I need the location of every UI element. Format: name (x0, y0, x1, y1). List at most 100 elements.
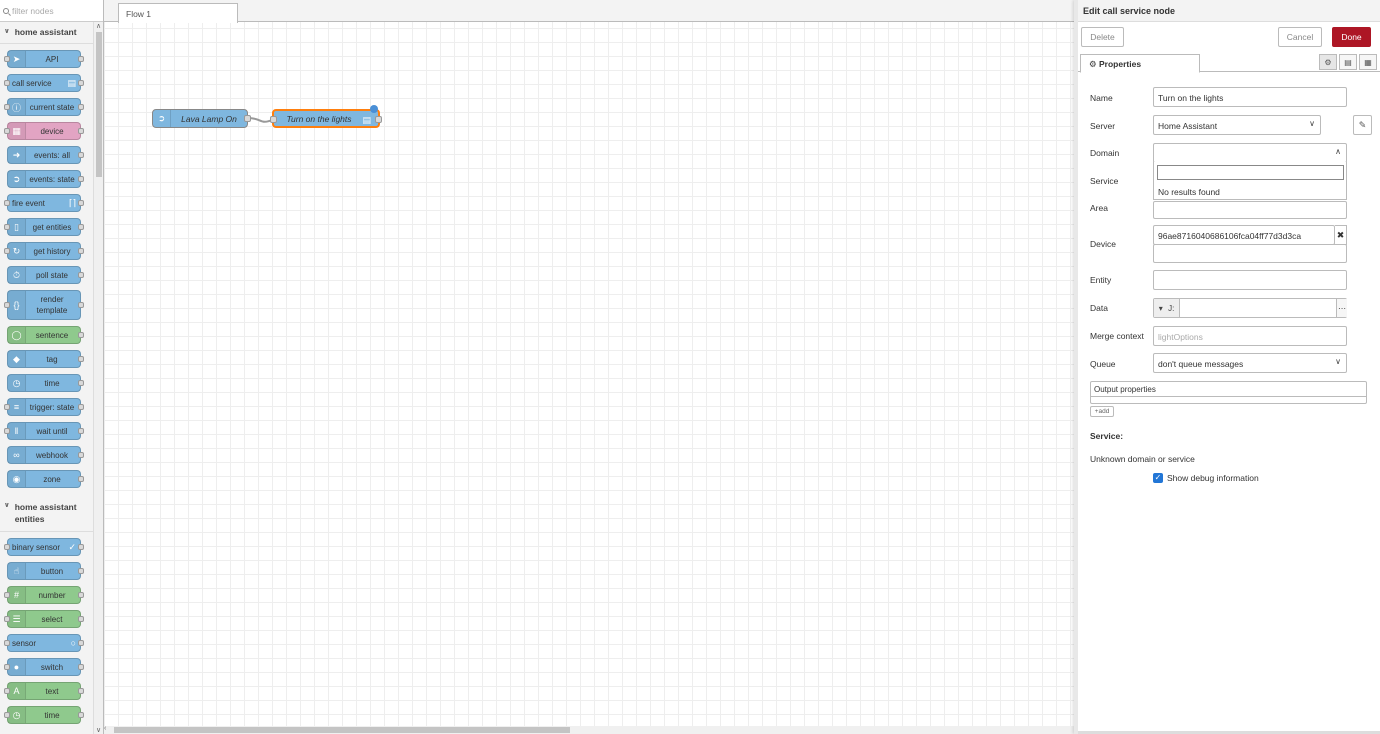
tray-resize-handle[interactable] (1074, 360, 1078, 390)
cancel-button[interactable]: Cancel (1278, 27, 1322, 47)
palette-scroll-thumb[interactable] (96, 32, 102, 177)
device-clear-button[interactable]: ✖ (1335, 225, 1347, 245)
palette-node-time[interactable]: ◷ time (7, 374, 84, 392)
workspace-scroll-thumb[interactable] (114, 727, 570, 733)
name-input[interactable]: Turn on the lights (1153, 87, 1347, 107)
palette-node-text[interactable]: Atext (4, 682, 84, 700)
router-icon: ▤ (362, 115, 371, 125)
palette-node-poll-state[interactable]: ⏱ poll state (7, 266, 84, 284)
scroll-down-icon[interactable]: ∨ (96, 726, 101, 734)
entity-input[interactable] (1153, 270, 1347, 290)
device-input[interactable]: 96ae8716040686106fca04ff77d3d3ca (1153, 225, 1335, 245)
palette-scrollbar[interactable]: ∧ ∨ (93, 22, 103, 734)
palette-node-events-all[interactable]: ➜ events: all (7, 146, 84, 164)
tab-properties[interactable]: ⚙ Properties (1080, 54, 1200, 73)
category-home-assistant-entities[interactable]: ∨ home assistant entities (0, 496, 103, 532)
palette-node-button[interactable]: ☝ button (7, 562, 84, 580)
queue-select[interactable]: don't queue messages ∨ (1153, 353, 1347, 373)
palette-node-zone[interactable]: ◉ zone (7, 470, 84, 488)
scroll-left-icon[interactable]: ‹ (104, 725, 106, 732)
tab-description[interactable]: ▤ (1339, 54, 1357, 70)
circle-icon: ○ (70, 638, 76, 648)
palette-node-switch[interactable]: ● switch (4, 658, 84, 676)
palette-node-tag[interactable]: ◆ tag (7, 350, 84, 368)
area-input[interactable] (1153, 201, 1347, 219)
flow-node-turn-on-the-lights[interactable]: Turn on the lights ▤ (270, 105, 382, 128)
input-port[interactable] (270, 116, 277, 123)
palette-node-number[interactable]: # number (4, 586, 84, 604)
workspace-h-scrollbar[interactable]: ‹ (104, 725, 1074, 734)
palette-node-get-entities[interactable]: ▯ get entities (4, 218, 84, 236)
wire-path[interactable] (247, 117, 273, 123)
output-port (78, 688, 84, 694)
palette-node-sensor[interactable]: sensor ○ (4, 634, 84, 652)
palette-node-label: API (45, 54, 59, 64)
no-results-message: No results found (1158, 187, 1220, 197)
palette-node-fire-event[interactable]: fire event ⌈⌉ (4, 194, 84, 212)
palette-node-select[interactable]: ☰ select (4, 610, 84, 628)
palette-node-label: text (45, 686, 59, 696)
node-wire[interactable] (104, 0, 1074, 734)
output-port (78, 664, 84, 670)
palette-node-events-state[interactable]: ➲ events: state (7, 170, 84, 188)
palette-node-wait-until[interactable]: ‖ wait until (4, 422, 84, 440)
debug-checkbox[interactable]: ✓ (1153, 473, 1163, 483)
done-button[interactable]: Done (1332, 27, 1371, 47)
palette-filter[interactable]: filter nodes (0, 0, 103, 22)
add-output-property-button[interactable]: + add (1090, 406, 1114, 417)
output-port[interactable] (375, 116, 382, 123)
palette-node-label: select (41, 614, 63, 624)
timer-icon: ⏱ (8, 267, 26, 283)
palette-node-api[interactable]: ➤ API (4, 50, 84, 68)
debug-label: Show debug information (1167, 473, 1259, 483)
service-label: Service (1090, 176, 1119, 186)
palette-node-get-history[interactable]: ↻ get history (4, 242, 84, 260)
flow-workspace[interactable]: Flow 1 ➲ Lava Lamp On Turn on the lights… (104, 0, 1074, 734)
data-typed-input[interactable]: ▾ J: ⋯ (1153, 298, 1347, 318)
tab-properties-label: Properties (1099, 59, 1142, 69)
map-marker-icon: ◉ (8, 471, 26, 487)
scroll-up-icon[interactable]: ∧ (96, 22, 101, 30)
category-label: home assistant entities (14, 502, 77, 524)
arrow-right-icon: ➜ (8, 147, 26, 163)
flow-node-lava-lamp-on[interactable]: ➲ Lava Lamp On (152, 109, 251, 128)
delete-button[interactable]: Delete (1081, 27, 1124, 47)
tab-node-settings[interactable]: ⚙ (1319, 54, 1337, 70)
output-port[interactable] (244, 115, 251, 122)
server-select[interactable]: Home Assistant ∨ (1153, 115, 1321, 135)
list-icon: ☰ (8, 611, 26, 627)
input-port (4, 56, 10, 62)
tab-appearance[interactable]: ▦ (1359, 54, 1377, 70)
palette-node-render-template[interactable]: {} render template (4, 290, 84, 320)
palette-node-time-entity[interactable]: ◷ time (4, 706, 84, 724)
file-icon: ▤ (1344, 57, 1352, 67)
palette-node-label: webhook (35, 450, 69, 460)
palette-node-webhook[interactable]: ∞ webhook (7, 446, 84, 464)
input-port (4, 712, 10, 718)
palette-node-device[interactable]: ▦ device (4, 122, 84, 140)
edit-server-button[interactable]: ✎ (1353, 115, 1372, 135)
palette-node-binary-sensor[interactable]: binary sensor ✓ (4, 538, 84, 556)
service-info-text: Unknown domain or service (1090, 454, 1195, 464)
palette-node-label: wait until (36, 426, 68, 436)
input-port (4, 664, 10, 670)
palette-node-current-state[interactable]: ⓘ current state (4, 98, 84, 116)
palette-node-trigger-state[interactable]: ≡ trigger: state (4, 398, 84, 416)
data-type-selector[interactable]: ▾ J: (1154, 299, 1180, 317)
webhook-icon: ∞ (8, 447, 26, 463)
category-home-assistant[interactable]: ∨ home assistant (0, 22, 103, 44)
merge-context-input[interactable]: lightOptions (1153, 326, 1347, 346)
search-icon (3, 7, 9, 14)
output-port (78, 248, 84, 254)
output-port (78, 104, 84, 110)
sliders-icon: ≡ (8, 399, 26, 415)
speech-bubble-icon: ◯ (8, 327, 26, 343)
palette-node-sentence[interactable]: ◯ sentence (7, 326, 84, 344)
input-port (4, 128, 10, 134)
data-expand-button[interactable]: ⋯ (1336, 299, 1347, 317)
palette-node-label: get history (33, 246, 71, 256)
device-search-input[interactable] (1153, 244, 1347, 263)
domain-search-input[interactable] (1157, 165, 1344, 180)
domain-select[interactable]: ∧ (1153, 143, 1347, 163)
palette-node-call-service[interactable]: call service ▤ (4, 74, 84, 92)
